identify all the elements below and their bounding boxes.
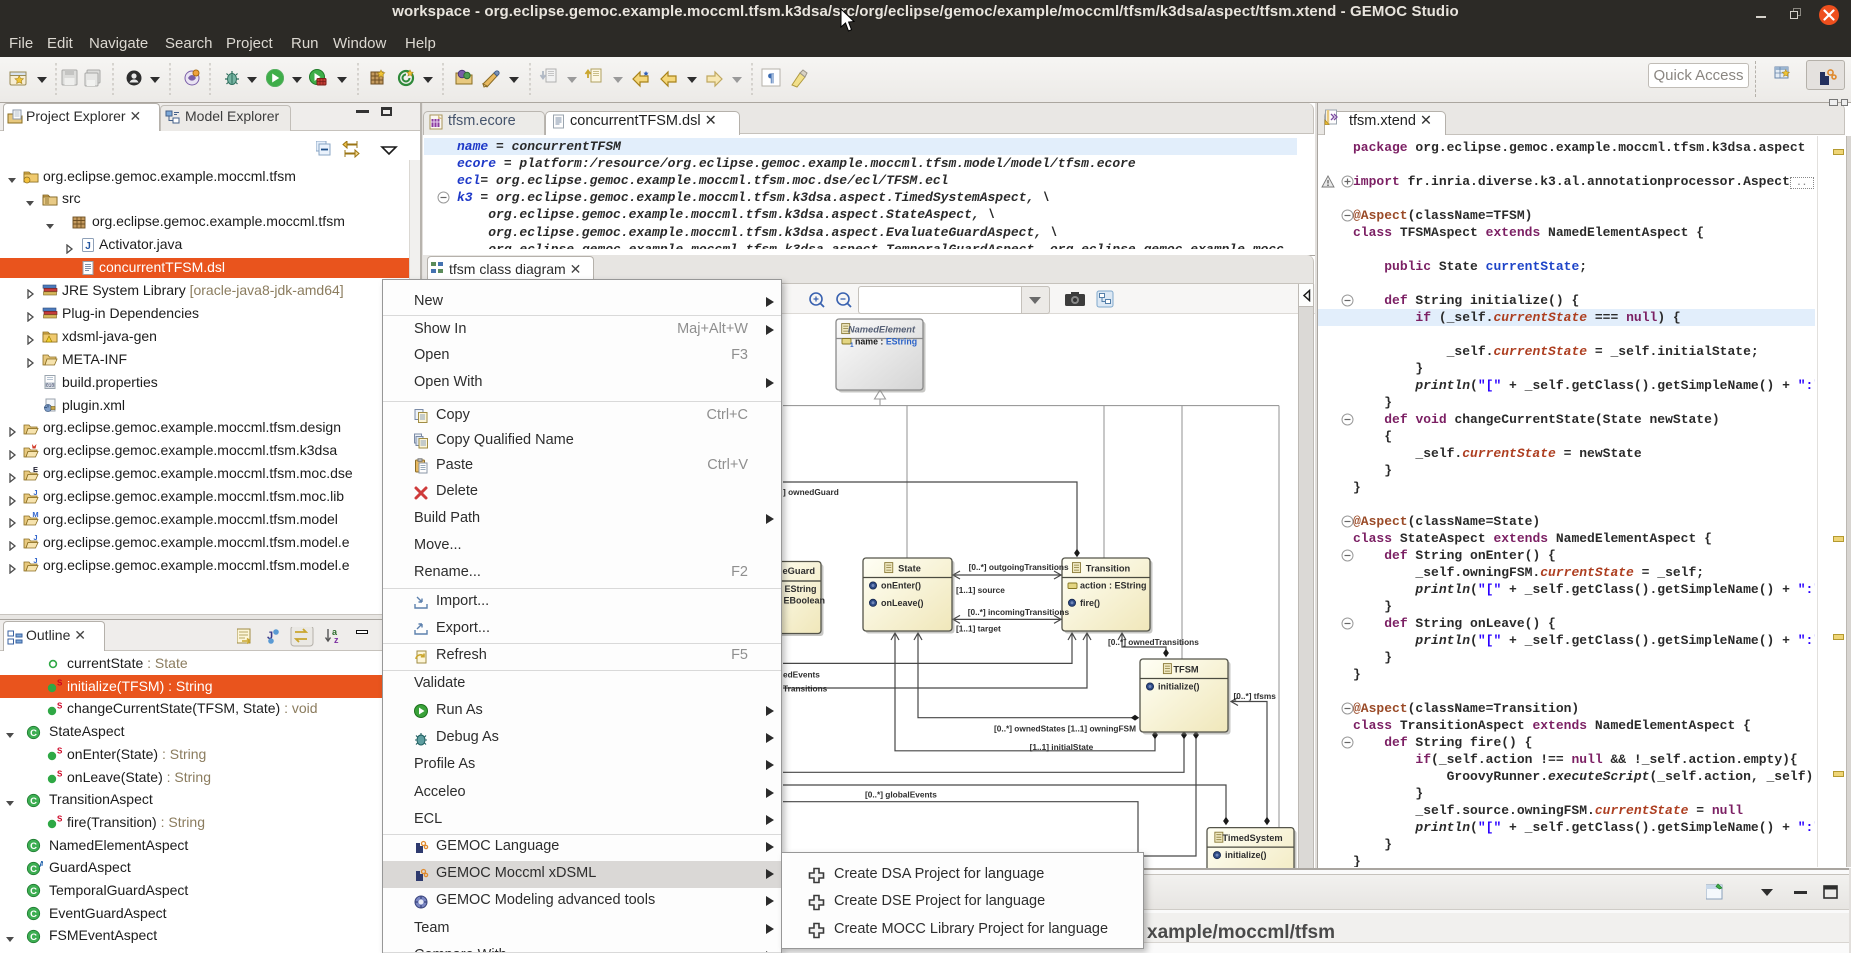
- svg-text:[0..*] outgoingTransitions: [0..*] outgoingTransitions: [969, 562, 1069, 572]
- svg-text:C: C: [30, 909, 37, 920]
- svg-text:[1..1] target: [1..1] target: [956, 624, 1001, 634]
- svg-text:[1..1] source: [1..1] source: [956, 585, 1005, 595]
- svg-text:S: S: [57, 815, 62, 824]
- svg-text:[0..*] ownedStates [1..1] owni: [0..*] ownedStates [1..1] owningFSM: [994, 724, 1136, 734]
- svg-text:[0..*] globalEvents: [0..*] globalEvents: [865, 790, 937, 800]
- svg-text:C: C: [30, 932, 37, 943]
- svg-text:z: z: [334, 635, 339, 645]
- svg-text:S: S: [57, 679, 62, 688]
- svg-text:fire(): fire(): [1080, 598, 1100, 608]
- svg-text:[0..*] incomingTransitions: [0..*] incomingTransitions: [968, 607, 1070, 617]
- svg-text:E: E: [33, 466, 38, 474]
- svg-text:J: J: [33, 489, 37, 497]
- svg-text:initialize(): initialize(): [1225, 850, 1267, 860]
- svg-text:] ownedGuard: ] ownedGuard: [783, 487, 839, 497]
- svg-text:C: C: [30, 795, 37, 806]
- svg-text:S: S: [57, 747, 62, 756]
- svg-text:J: J: [85, 241, 91, 252]
- svg-text:[1..1] initialState: [1..1] initialState: [1030, 742, 1094, 752]
- svg-text:initialize(): initialize(): [1158, 682, 1200, 692]
- svg-text:: EBoolean: : EBoolean: [778, 596, 825, 606]
- svg-text:action : EString: action : EString: [1080, 581, 1147, 591]
- svg-text:NamedElement: NamedElement: [848, 325, 916, 335]
- svg-text:S: S: [57, 769, 62, 778]
- svg-text:¶: ¶: [767, 70, 774, 85]
- svg-text:[0..*] tfsms: [0..*] tfsms: [1234, 691, 1277, 701]
- svg-text:C: C: [30, 727, 37, 738]
- svg-text:onLeave(): onLeave(): [881, 598, 924, 608]
- svg-text:C: C: [30, 863, 37, 874]
- svg-text:M: M: [32, 511, 38, 519]
- svg-text:name : EString: name : EString: [855, 337, 917, 347]
- svg-text:State: State: [898, 564, 921, 574]
- svg-text:Transitions: Transitions: [783, 684, 828, 694]
- svg-text:Transition: Transition: [1086, 564, 1131, 574]
- svg-text:C: C: [30, 841, 37, 852]
- svg-text:J: J: [33, 557, 37, 565]
- svg-text:[0..*] ownedTransitions: [0..*] ownedTransitions: [1108, 637, 1199, 647]
- svg-text:A: A: [39, 860, 43, 869]
- svg-text:TimedSystem: TimedSystem: [1222, 833, 1282, 843]
- svg-text:010: 010: [46, 382, 54, 388]
- svg-text:: EString: : EString: [779, 584, 817, 594]
- svg-text:C: C: [30, 886, 37, 897]
- svg-text:S: S: [57, 701, 62, 710]
- svg-text:eGuard: eGuard: [783, 566, 816, 576]
- svg-text:1: 1: [850, 342, 854, 349]
- svg-text:onEnter(): onEnter(): [881, 581, 921, 591]
- svg-text:J: J: [33, 534, 37, 542]
- svg-text:edEvents: edEvents: [783, 670, 820, 680]
- svg-text:TFSM: TFSM: [1173, 665, 1199, 675]
